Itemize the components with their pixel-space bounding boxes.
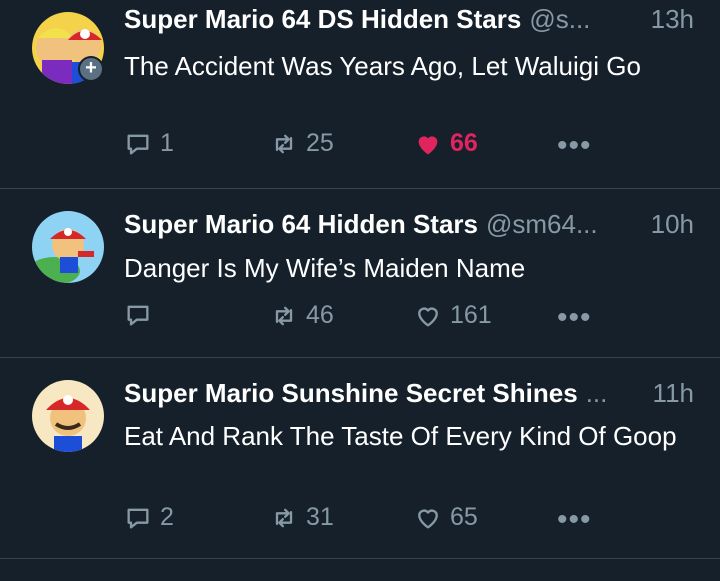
- follow-badge-icon[interactable]: +: [78, 56, 104, 82]
- heart-filled-icon: [418, 135, 438, 154]
- retweet-icon: [275, 134, 293, 153]
- user-handle[interactable]: @s...: [529, 4, 638, 35]
- like-count: 66: [450, 129, 478, 157]
- timestamp[interactable]: 11h: [653, 378, 694, 409]
- like-button[interactable]: 161: [414, 301, 492, 330]
- more-options-icon[interactable]: •••: [557, 129, 592, 163]
- retweet-count: 46: [306, 301, 334, 329]
- tweet-2[interactable]: Super Mario 64 Hidden Stars @sm64... 10h…: [0, 189, 720, 358]
- tweet-text: The Accident Was Years Ago, Let Waluigi …: [124, 51, 641, 81]
- display-name[interactable]: Super Mario Sunshine Secret Shines: [124, 378, 578, 409]
- tweet-text: Danger Is My Wife’s Maiden Name: [124, 253, 526, 283]
- tweet-actions: 46 161 •••: [0, 301, 720, 335]
- reply-button[interactable]: [124, 301, 160, 329]
- like-button[interactable]: 65: [414, 503, 478, 532]
- tweet-header: Super Mario Sunshine Secret Shines ... 1…: [124, 378, 694, 414]
- mario-sunshine-avatar-icon: [32, 380, 104, 452]
- retweet-count: 31: [306, 503, 334, 531]
- reply-icon: [127, 305, 149, 326]
- more-options-icon[interactable]: •••: [557, 301, 592, 335]
- reply-icon: [127, 508, 149, 528]
- like-button[interactable]: 66: [414, 129, 478, 158]
- heart-icon: [418, 307, 438, 326]
- like-count: 161: [450, 301, 492, 329]
- retweet-button[interactable]: 46: [270, 301, 334, 330]
- tweet-actions: 1 25 66 •••: [0, 129, 720, 163]
- retweet-button[interactable]: 25: [270, 129, 334, 158]
- avatar[interactable]: [32, 211, 104, 283]
- reply-button[interactable]: 2: [124, 503, 174, 532]
- heart-icon: [418, 509, 438, 528]
- tweet-header: Super Mario 64 Hidden Stars @sm64... 10h: [124, 209, 694, 245]
- tweet-header: Super Mario 64 DS Hidden Stars @s... 13h: [124, 4, 694, 40]
- display-name[interactable]: Super Mario 64 DS Hidden Stars: [124, 4, 521, 35]
- name-truncation: ...: [585, 378, 608, 408]
- retweet-icon: [275, 508, 293, 527]
- user-handle[interactable]: @sm64...: [486, 209, 639, 240]
- display-name[interactable]: Super Mario 64 Hidden Stars: [124, 209, 478, 240]
- retweet-count: 25: [306, 129, 334, 157]
- like-count: 65: [450, 503, 478, 531]
- timestamp[interactable]: 13h: [651, 4, 694, 35]
- reply-button[interactable]: 1: [124, 129, 174, 158]
- more-options-icon[interactable]: •••: [557, 503, 592, 537]
- tweet-3[interactable]: Super Mario Sunshine Secret Shines ... 1…: [0, 358, 720, 559]
- mario-flying-avatar-icon: [32, 211, 104, 283]
- reply-count: 1: [160, 129, 174, 157]
- timeline-feed: + Super Mario 64 DS Hidden Stars @s... 1…: [0, 0, 720, 581]
- retweet-button[interactable]: 31: [270, 503, 334, 532]
- reply-count: 2: [160, 503, 174, 531]
- avatar[interactable]: [32, 380, 104, 452]
- retweet-icon: [275, 306, 293, 325]
- reply-icon: [127, 134, 149, 154]
- tweet-1[interactable]: + Super Mario 64 DS Hidden Stars @s... 1…: [0, 0, 720, 189]
- timestamp[interactable]: 10h: [651, 209, 694, 240]
- tweet-actions: 2 31 65 •••: [0, 503, 720, 537]
- tweet-text: Eat And Rank The Taste Of Every Kind Of …: [124, 421, 677, 451]
